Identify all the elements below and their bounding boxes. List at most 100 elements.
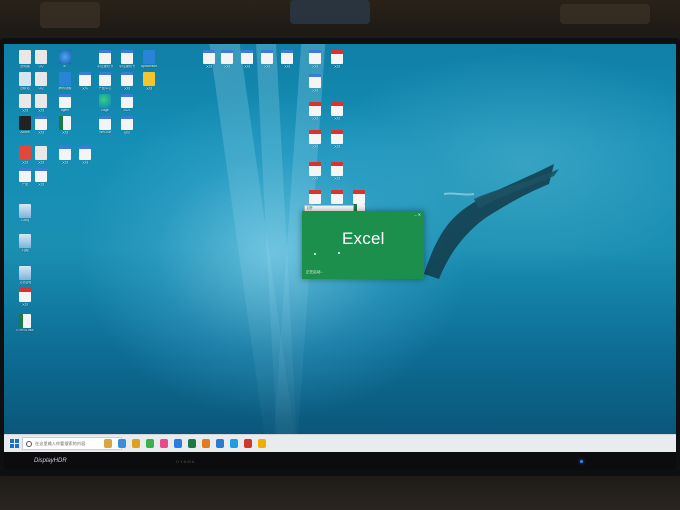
doc-file-icon xyxy=(99,50,111,64)
search-icon xyxy=(26,441,32,447)
wallpaper-diver-image xyxy=(424,164,559,279)
doc-file-icon xyxy=(121,50,133,64)
desktop-icon-pdf[interactable]: 文档 xyxy=(322,102,352,121)
desktop-icon-label: 文档 xyxy=(61,131,69,134)
desktop-icon-label: 文档.jpg xyxy=(19,281,31,284)
background-shelf-item xyxy=(40,2,100,28)
desktop-icon-xls[interactable]: 文档 xyxy=(50,116,80,135)
desktop-icon-doc[interactable]: 文档 xyxy=(26,168,56,187)
taskbar-app-icon[interactable] xyxy=(230,439,238,448)
desktop-icon-doc[interactable]: 文档 xyxy=(70,146,100,165)
app-file-icon xyxy=(35,72,47,86)
doc-file-icon xyxy=(309,50,321,64)
desktop-icon-doc[interactable]: 2021 xyxy=(112,94,142,113)
taskbar-app-icon[interactable] xyxy=(244,439,252,448)
taskbar-app-icon[interactable] xyxy=(216,439,224,448)
app-file-icon xyxy=(35,146,47,160)
windows-logo-icon xyxy=(10,439,14,443)
desktop-icon-doc[interactable]: 会议 xyxy=(112,116,142,135)
splash-status: 正在启动... xyxy=(306,270,324,274)
taskbar-app-icon[interactable] xyxy=(132,439,140,448)
doc-file-icon xyxy=(99,72,111,86)
desktop-icon-exe[interactable]: Apowersoft xyxy=(134,50,164,69)
desktop-icon-doc[interactable]: agent xyxy=(50,94,80,113)
doc-file-icon xyxy=(99,116,111,130)
desktop-icon-pdf[interactable]: 文档 xyxy=(10,288,40,307)
yel-file-icon xyxy=(143,72,155,86)
desktop-icon-label: 文档 xyxy=(333,65,341,68)
taskbar-app-icon[interactable] xyxy=(146,439,154,448)
desktop-icon-yel[interactable]: 文档 xyxy=(134,72,164,91)
window-controls[interactable]: – ✕ xyxy=(414,212,421,217)
desktop-icon-xls[interactable]: 079976.xlsx xyxy=(10,314,40,333)
desktop-icon-pdf[interactable]: 文档 xyxy=(322,162,352,181)
doc-file-icon xyxy=(281,50,293,64)
desktop-icon-label: 会议 xyxy=(123,131,131,134)
taskbar-app-icon[interactable] xyxy=(188,439,196,448)
desktop-icon-pdf[interactable]: 文档 xyxy=(322,130,352,149)
monitor-brand: IIYAMA xyxy=(176,459,196,464)
desktop-icon-img[interactable]: 1.jpg xyxy=(10,234,40,253)
pdf-file-icon xyxy=(309,190,321,204)
desktop-icon-pdf[interactable]: 文档 xyxy=(322,50,352,69)
pdf-file-icon xyxy=(309,130,321,144)
desktop-screen: 此电脑 QQ IE 中信通知书 中信通知书 Apowersoft 回收站 QQ 腾讯视频 文件 产品… xyxy=(4,44,676,452)
start-button[interactable] xyxy=(10,439,19,448)
taskbar-app-icon[interactable] xyxy=(104,439,112,448)
pdf-file-icon xyxy=(19,288,31,302)
exe-file-icon xyxy=(143,50,155,64)
xls-file-icon xyxy=(59,116,71,130)
photo-frame: 此电脑 QQ IE 中信通知书 中信通知书 Apowersoft 回收站 QQ 腾讯视频 文件 产品… xyxy=(0,0,680,510)
desktop-icon-img[interactable]: 文档.jpg xyxy=(10,266,40,285)
desktop-icon-label: IE xyxy=(63,65,67,68)
desktop-icon-label: 2021 xyxy=(123,109,131,112)
pdf-file-icon xyxy=(353,190,365,204)
desk-surface xyxy=(0,476,680,510)
desktop-icon-ie[interactable]: IE xyxy=(50,50,80,69)
power-led-icon xyxy=(580,460,583,463)
background-shelf-item xyxy=(560,4,650,24)
taskbar-app-icon[interactable] xyxy=(160,439,168,448)
desktop-icon-label: Apowersoft xyxy=(141,65,157,68)
desktop-icon-label: 文档 xyxy=(145,87,153,90)
desktop-icon-img[interactable]: 1.png xyxy=(10,204,40,223)
ie-file-icon xyxy=(59,50,71,64)
splash-title: Excel xyxy=(342,229,385,248)
desktop-icon-label: 文档 xyxy=(333,117,341,120)
pdf-file-icon xyxy=(309,162,321,176)
img-file-icon xyxy=(19,234,31,248)
desktop-icon-label: 文档 xyxy=(21,303,29,306)
doc-file-icon xyxy=(59,94,71,108)
doc-file-icon xyxy=(121,94,133,108)
pdf-file-icon xyxy=(331,102,343,116)
app-file-icon xyxy=(35,94,47,108)
desktop-icon-label: 079976.xlsx xyxy=(16,329,34,332)
loading-dot xyxy=(338,252,340,254)
desktop-icon-label: 1.png xyxy=(21,219,29,222)
desktop-icon-label: 文档 xyxy=(283,65,291,68)
xls-file-icon xyxy=(19,314,31,328)
desktop-icon-doc[interactable]: 文档 xyxy=(300,74,330,93)
doc-file-icon xyxy=(79,146,91,160)
excel-splash-window: – ✕ Excel 正在启动... xyxy=(302,211,424,279)
doc-file-icon xyxy=(309,74,321,88)
windows-logo-icon xyxy=(10,444,14,448)
desktop-icon-doc[interactable]: 文档 xyxy=(272,50,302,69)
doc-file-icon xyxy=(121,116,133,130)
desktop-icon-label: 文档 xyxy=(311,89,319,92)
taskbar: 在这里输入你要搜索的内容 xyxy=(4,434,676,452)
desktop-icon-label: 1.jpg xyxy=(21,249,29,252)
edge-file-icon xyxy=(99,94,111,108)
taskbar-app-icon[interactable] xyxy=(258,439,266,448)
img-file-icon xyxy=(19,204,31,218)
background-shelf-item xyxy=(290,0,370,24)
windows-logo-icon xyxy=(15,439,19,443)
doc-file-icon xyxy=(35,116,47,130)
taskbar-app-icon[interactable] xyxy=(174,439,182,448)
taskbar-app-icon[interactable] xyxy=(118,439,126,448)
desktop-icon-label: 文档 xyxy=(37,183,45,186)
monitor-chin: DisplayHDR IIYAMA xyxy=(4,452,676,470)
taskbar-app-icon[interactable] xyxy=(202,439,210,448)
pdf-file-icon xyxy=(309,102,321,116)
doc-file-icon xyxy=(121,72,133,86)
